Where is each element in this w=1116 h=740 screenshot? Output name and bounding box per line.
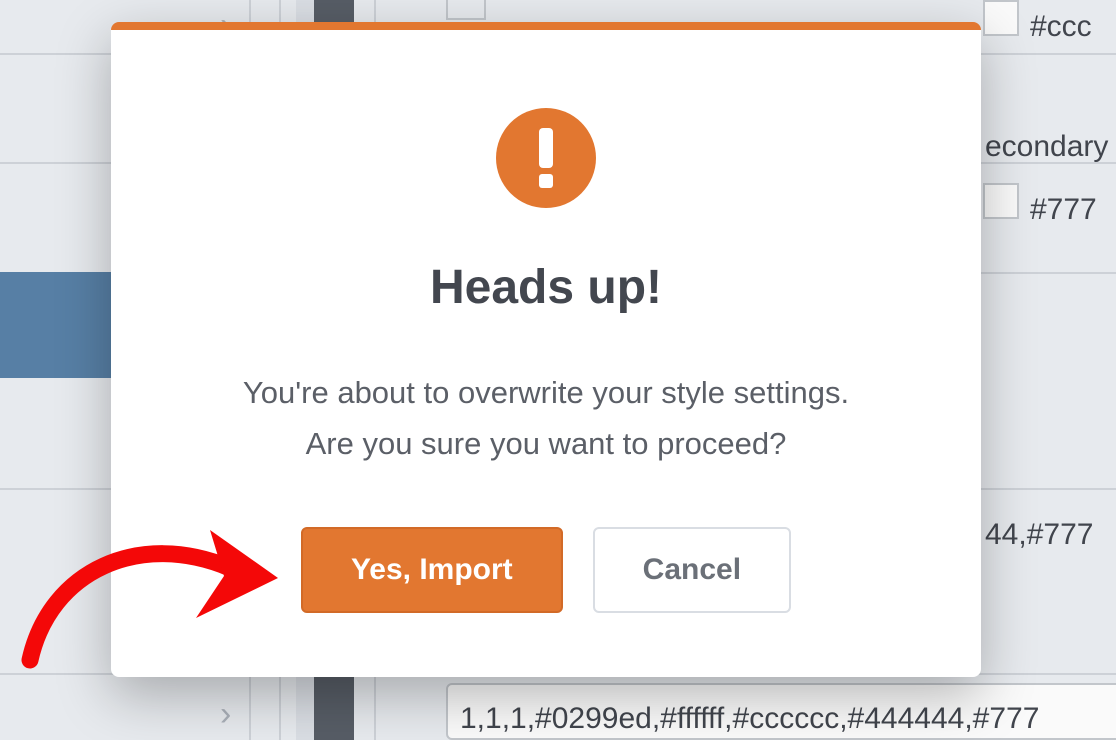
modal-body-line: You're about to overwrite your style set… <box>243 375 849 410</box>
confirm-import-button[interactable]: Yes, Import <box>301 527 563 613</box>
cancel-button[interactable]: Cancel <box>593 527 791 613</box>
exclamation-icon <box>496 108 596 208</box>
modal-body: You're about to overwrite your style set… <box>171 367 921 469</box>
modal-title: Heads up! <box>171 260 921 315</box>
confirm-import-dialog: Heads up! You're about to overwrite your… <box>111 22 981 677</box>
modal-body-line: Are you sure you want to proceed? <box>306 426 787 461</box>
modal-actions: Yes, Import Cancel <box>171 527 921 613</box>
